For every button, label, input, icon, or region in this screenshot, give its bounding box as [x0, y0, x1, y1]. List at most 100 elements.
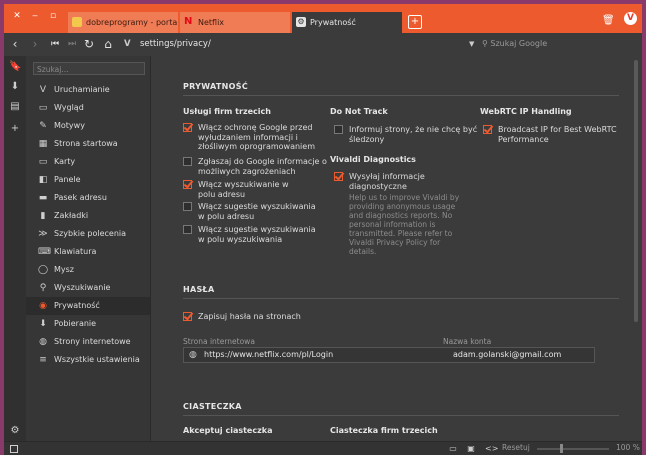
zoom-slider-knob[interactable] [560, 444, 563, 453]
netflix-favicon: N [184, 16, 193, 27]
forward-icon[interactable]: › [28, 37, 42, 51]
url-field[interactable]: Vsettings/privacy/ [124, 36, 479, 52]
sidebar-item-mysz[interactable]: ◯ Mysz [26, 261, 150, 279]
sidebar-item-karty[interactable]: ▭ Karty [26, 153, 150, 171]
vivaldi-logo-icon: V [124, 39, 131, 49]
downloads-panel-icon[interactable]: ⬇ [9, 81, 21, 93]
sidebar-item-wszystkie-ustawienia[interactable]: ≡ Wszystkie ustawienia [26, 351, 150, 369]
address-suggestions-checkbox[interactable] [183, 202, 192, 211]
minimize-window-icon[interactable]: ‒ [28, 9, 42, 23]
screenshot-icon[interactable]: ▭ [448, 444, 458, 453]
zoom-reset-button[interactable]: Resetuj [502, 443, 530, 452]
sidebar-item-pobieranie[interactable]: ⬇ Pobieranie [26, 315, 150, 333]
tab-dobreprogramy[interactable]: dobreprogramy - portal n [68, 12, 178, 33]
webrtc-label: Broadcast IP for Best WebRTC Performance [498, 125, 617, 144]
chevron-down-icon[interactable]: ▼ [469, 36, 474, 52]
rewind-icon[interactable]: ⏮ [48, 37, 62, 51]
diagnostics-checkbox[interactable] [334, 172, 343, 181]
password-account: adam.golanski@gmail.com [453, 350, 562, 359]
panel-bar: 🔖 ⬇ ▤ + ⚙ [4, 56, 26, 441]
site-column-header: Strona internetowa [183, 337, 255, 346]
globe-icon: ◍ [189, 350, 197, 360]
diagnostics-label: Wysyłaj informacje diagnostyczne [349, 172, 425, 191]
tab-bar: ✕ ‒ ▫ dobreprogramy - portal n N Netflix… [4, 4, 642, 33]
sidebar-item-zakladki[interactable]: ▮ Zakładki [26, 207, 150, 225]
globe-icon: ◍ [39, 337, 47, 347]
address-bar-icon: ▬ [38, 193, 48, 203]
sidebar-item-strony-internetowe[interactable]: ◍ Strony internetowe [26, 333, 150, 351]
gear-favicon: ⚙ [296, 17, 306, 27]
settings-gear-icon[interactable]: ⚙ [9, 425, 21, 437]
webrtc-checkbox[interactable] [483, 125, 492, 134]
settings-list-icon: ≡ [39, 355, 47, 365]
close-window-icon[interactable]: ✕ [10, 9, 24, 23]
search-field[interactable]: ⚲ Szukaj Google [482, 36, 637, 52]
back-icon[interactable]: ‹ [8, 37, 22, 51]
keyboard-icon: ⌨ [38, 247, 51, 257]
tab-label: Netflix [198, 18, 225, 27]
address-suggestions-label: Włącz sugestie wyszukiwania w polu adres… [198, 202, 316, 221]
save-passwords-label: Zapisuj hasła na stronach [198, 312, 301, 321]
report-threats-label: Zgłaszaj do Google informacje o możliwyc… [198, 157, 327, 176]
zoom-slider[interactable] [537, 448, 609, 450]
diagnostics-heading: Vivaldi Diagnostics [330, 155, 416, 164]
section-title-cookies: CIASTECZKA [183, 402, 242, 411]
dnt-checkbox[interactable] [334, 125, 343, 134]
account-column-header: Nazwa konta [443, 337, 492, 346]
trash-icon[interactable]: 🗑 [602, 15, 615, 27]
phishing-protection-label: Włącz ochronę Google przed wyłudzaniem i… [198, 123, 315, 151]
search-suggestions-checkbox[interactable] [183, 225, 192, 234]
tab-netflix[interactable]: N Netflix [180, 12, 290, 33]
sidebar-item-klawiatura[interactable]: ⌨ Klawiatura [26, 243, 150, 261]
maximize-window-icon[interactable]: ▫ [46, 9, 60, 23]
bookmarks-panel-icon[interactable]: 🔖 [9, 61, 21, 73]
notes-panel-icon[interactable]: ▤ [9, 101, 21, 113]
brush-icon: ✎ [39, 121, 47, 131]
scrollbar[interactable] [634, 60, 638, 322]
vivaldi-menu-button[interactable]: V [624, 12, 637, 25]
tab-prywatnosc[interactable]: ⚙ Prywatność [292, 12, 402, 33]
sidebar-item-panele[interactable]: ◧ Panele [26, 171, 150, 189]
settings-search-input[interactable]: Szukaj... [33, 62, 145, 75]
sidebar-item-uruchamianie[interactable]: V Uruchamianie [26, 81, 150, 99]
mouse-icon: ◯ [38, 265, 49, 275]
sidebar-item-label: Uruchamianie [54, 85, 110, 94]
sidebar-item-label: Motywy [54, 121, 85, 130]
tile-icon[interactable]: ▣ [466, 444, 476, 453]
sidebar-item-szybkie-polecenia[interactable]: ≫ Szybkie polecenia [26, 225, 150, 243]
sidebar-item-label: Mysz [54, 265, 75, 274]
sidebar-item-wyszukiwanie[interactable]: ⚲ Wyszukiwanie [26, 279, 150, 297]
third-party-heading: Usługi firm trzecich [183, 107, 271, 116]
search-icon: ⚲ [482, 39, 488, 48]
sidebar-item-strona-startowa[interactable]: ▦ Strona startowa [26, 135, 150, 153]
sidebar-item-label: Klawiatura [54, 247, 97, 256]
vivaldi-v-icon: V [39, 85, 47, 95]
report-threats-checkbox[interactable] [183, 157, 192, 166]
panel-icon: ◧ [38, 175, 48, 185]
reload-icon[interactable]: ↻ [82, 37, 96, 51]
address-search-checkbox[interactable] [183, 180, 192, 189]
toggle-panel-icon[interactable] [10, 445, 18, 453]
sidebar-item-label: Pasek adresu [54, 193, 107, 202]
password-entry-row[interactable]: ◍ https://www.netflix.com/pl/Login adam.… [183, 347, 595, 363]
tabs-icon: ▭ [38, 157, 48, 167]
sidebar-item-label: Strony internetowe [54, 337, 131, 346]
sidebar-item-label: Pobieranie [54, 319, 97, 328]
phishing-protection-checkbox[interactable] [183, 123, 192, 132]
sidebar-item-pasek-adresu[interactable]: ▬ Pasek adresu [26, 189, 150, 207]
section-title-passwords: HASŁA [183, 285, 215, 294]
sidebar-item-motywy[interactable]: ✎ Motywy [26, 117, 150, 135]
add-panel-icon[interactable]: + [9, 123, 21, 135]
save-passwords-checkbox[interactable] [183, 312, 192, 321]
zoom-level: 100 % [616, 443, 640, 452]
sidebar-item-label: Zakładki [54, 211, 89, 220]
section-divider [183, 95, 619, 96]
home-icon[interactable]: ⌂ [101, 37, 115, 51]
password-site: https://www.netflix.com/pl/Login [204, 350, 334, 359]
fast-forward-icon[interactable]: ⏭ [65, 37, 79, 51]
page-actions-icon[interactable]: <> [485, 444, 498, 453]
search-icon: ⚲ [39, 283, 47, 293]
sidebar-item-prywatnosc[interactable]: ◉ Prywatność [26, 297, 150, 315]
sidebar-item-wyglad[interactable]: ▭ Wygląd [26, 99, 150, 117]
new-tab-button[interactable]: + [408, 15, 422, 29]
